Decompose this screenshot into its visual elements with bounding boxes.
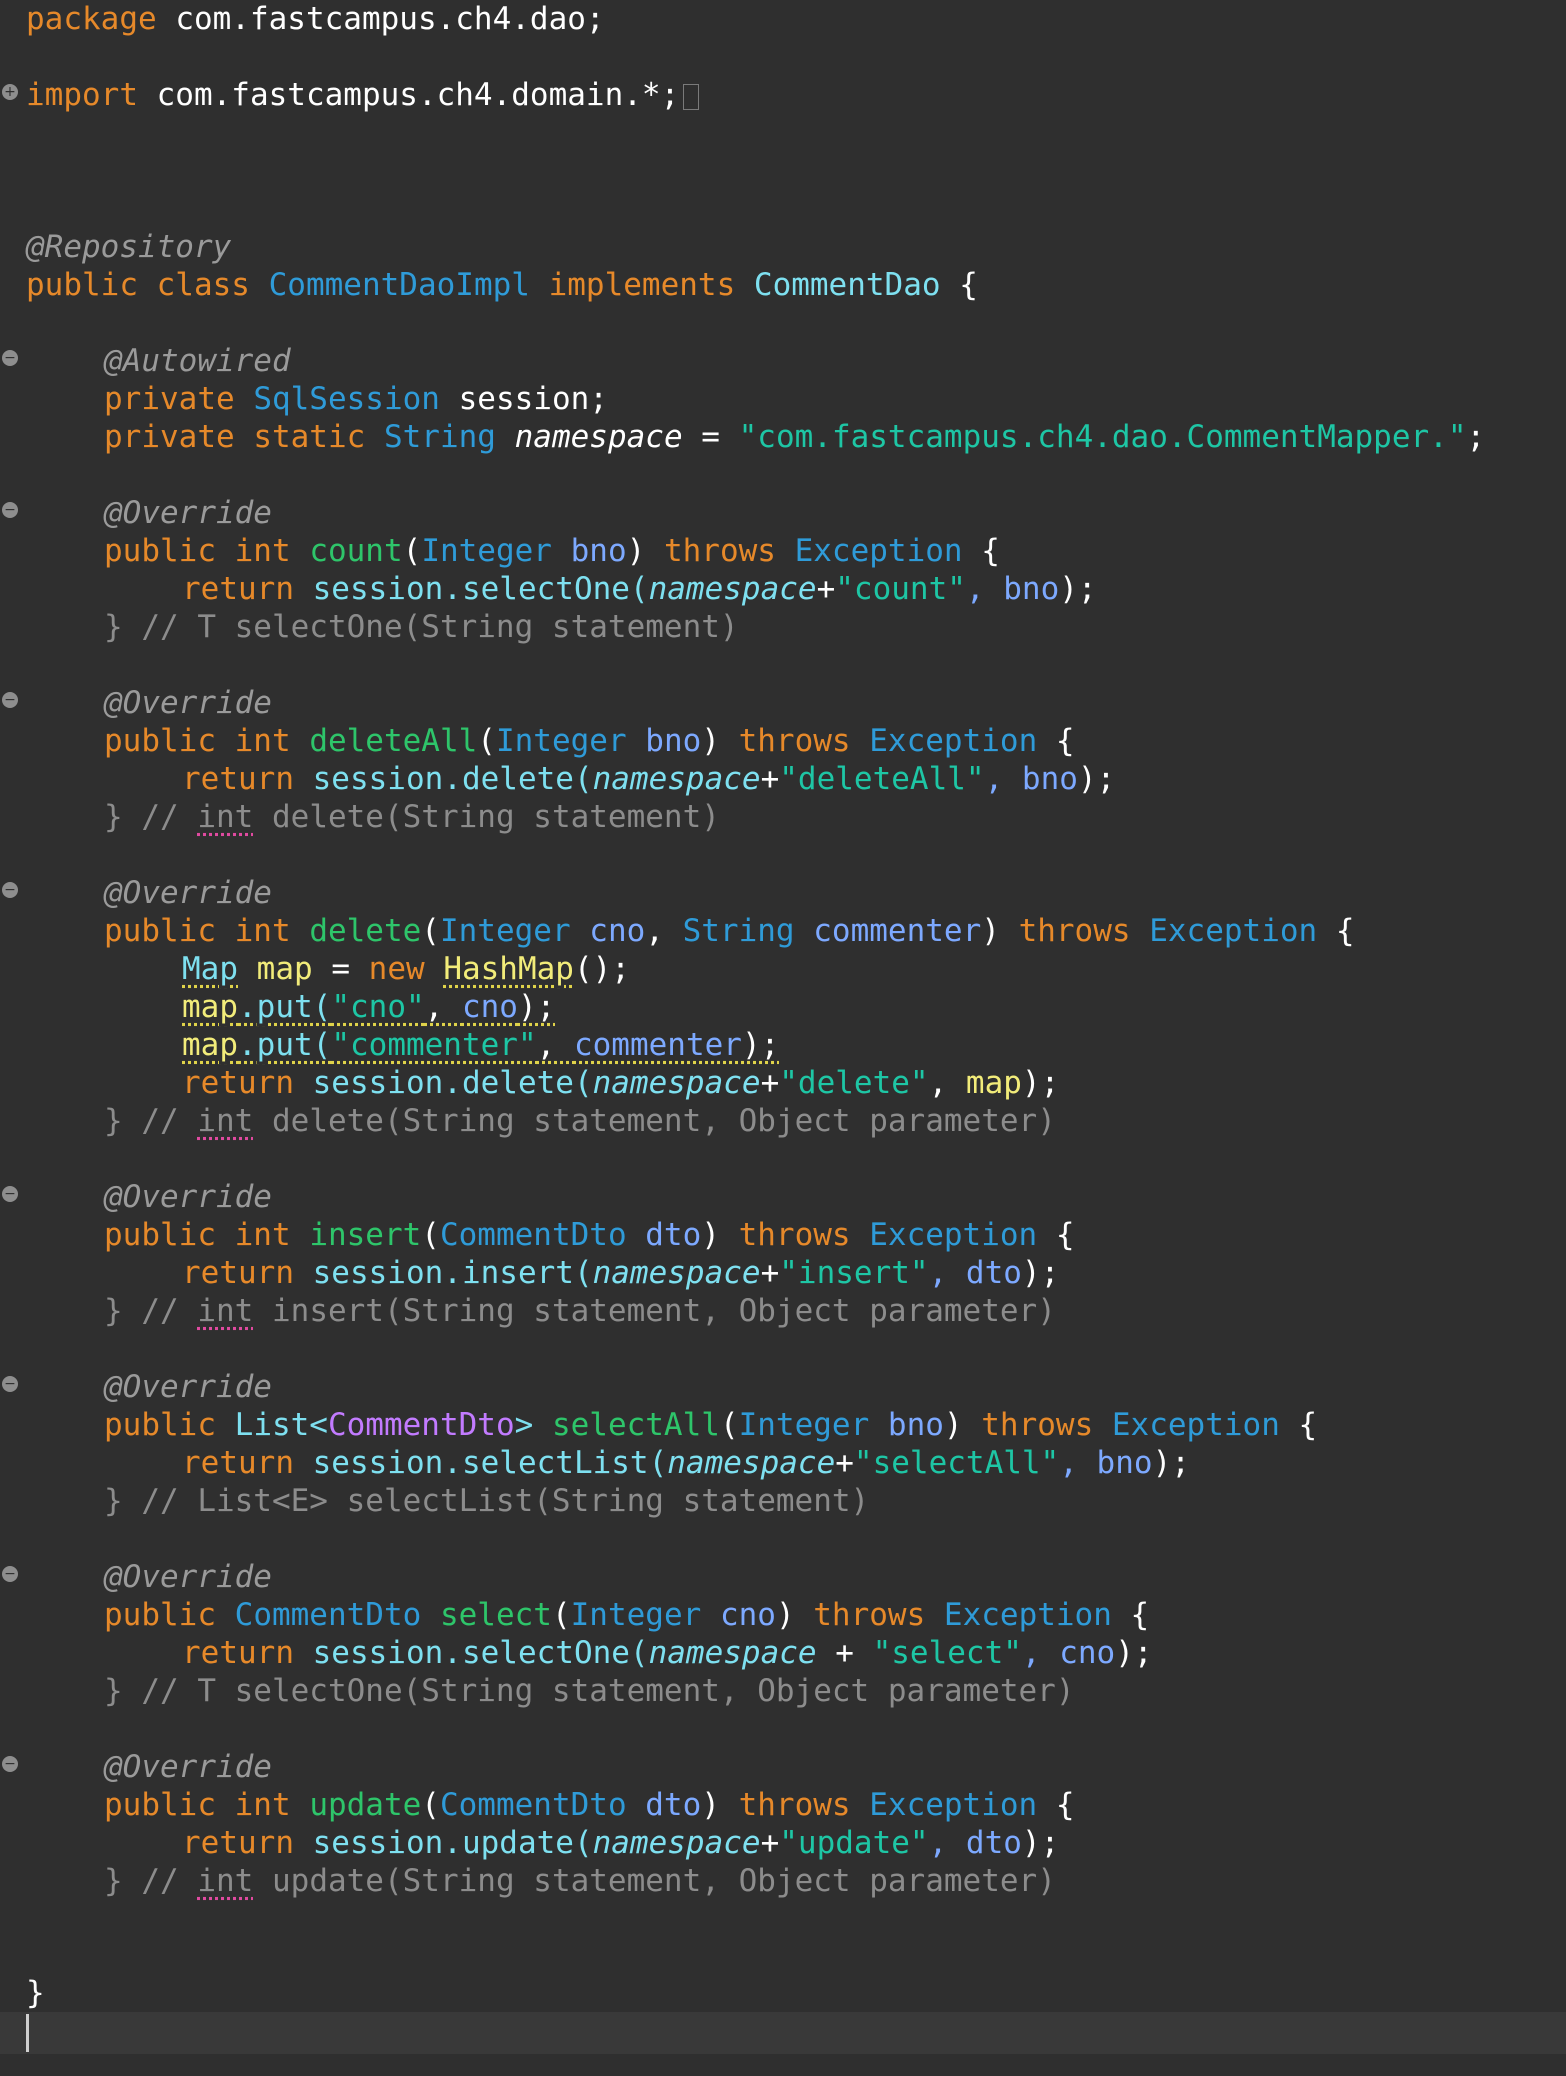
annotation-override: @Override	[104, 1749, 272, 1785]
method-deleteall-closing: } // int delete(String statement)	[104, 799, 720, 835]
field-session: private SqlSession session;	[104, 381, 608, 417]
field-namespace: private static String namespace = "com.f…	[104, 419, 1486, 455]
import-line: import com.fastcampus.ch4.domain.*;	[26, 76, 700, 114]
method-selectall-closing: } // List<E> selectList(String statement…	[104, 1483, 870, 1519]
fold-collapse-icon[interactable]: −	[2, 502, 18, 518]
fold-collapse-icon[interactable]: −	[2, 1566, 18, 1582]
annotation-override: @Override	[104, 1559, 272, 1595]
annotation-override: @Override	[104, 1369, 272, 1405]
annotation-autowired: @Autowired	[104, 343, 291, 379]
fold-expand-icon[interactable]: +	[2, 84, 18, 100]
current-line-highlight	[0, 2012, 1566, 2054]
method-select-signature: public CommentDto select(Integer cno) th…	[104, 1597, 1150, 1633]
method-count-body: return session.selectOne(namespace+"coun…	[182, 571, 1097, 607]
fold-collapse-icon[interactable]: −	[2, 1756, 18, 1772]
method-delete-signature: public int delete(Integer cno, String co…	[104, 913, 1355, 949]
fold-collapse-icon[interactable]: −	[2, 692, 18, 708]
method-delete-map-decl: Map map = new HashMap();	[182, 951, 630, 987]
annotation-override: @Override	[104, 1179, 272, 1215]
method-update-closing: } // int update(String statement, Object…	[104, 1863, 1056, 1899]
method-count-closing: } // T selectOne(String statement)	[104, 609, 739, 645]
class-declaration: public class CommentDaoImpl implements C…	[26, 267, 978, 303]
annotation-repository: @Repository	[26, 229, 232, 265]
annotation-override: @Override	[104, 495, 272, 531]
method-selectall-signature: public List<CommentDto> selectAll(Intege…	[104, 1407, 1318, 1443]
method-deleteall-signature: public int deleteAll(Integer bno) throws…	[104, 723, 1075, 759]
fold-collapse-icon[interactable]: −	[2, 882, 18, 898]
method-delete-put-cno: map.put("cno", cno);	[182, 989, 556, 1025]
text-caret	[26, 2014, 29, 2052]
annotation-override: @Override	[104, 685, 272, 721]
method-insert-signature: public int insert(CommentDto dto) throws…	[104, 1217, 1075, 1253]
method-delete-body: return session.delete(namespace+"delete"…	[182, 1065, 1060, 1101]
method-insert-closing: } // int insert(String statement, Object…	[104, 1293, 1056, 1329]
method-select-closing: } // T selectOne(String statement, Objec…	[104, 1673, 1075, 1709]
package-line: package com.fastcampus.ch4.dao;	[26, 1, 605, 37]
method-selectall-body: return session.selectList(namespace+"sel…	[182, 1445, 1190, 1481]
collapsed-import-icon[interactable]	[683, 83, 700, 110]
fold-collapse-icon[interactable]: −	[2, 1186, 18, 1202]
fold-collapse-icon[interactable]: −	[2, 350, 18, 366]
method-insert-body: return session.insert(namespace+"insert"…	[182, 1255, 1060, 1291]
fold-collapse-icon[interactable]: −	[2, 1376, 18, 1392]
method-count-signature: public int count(Integer bno) throws Exc…	[104, 533, 1000, 569]
annotation-override: @Override	[104, 875, 272, 911]
code-editor[interactable]: package com.fastcampus.ch4.dao; + import…	[0, 0, 1566, 2076]
class-closing-brace: }	[26, 1975, 45, 2011]
method-update-signature: public int update(CommentDto dto) throws…	[104, 1787, 1075, 1823]
method-delete-closing: } // int delete(String statement, Object…	[104, 1103, 1056, 1139]
method-deleteall-body: return session.delete(namespace+"deleteA…	[182, 761, 1116, 797]
method-select-body: return session.selectOne(namespace + "se…	[182, 1635, 1153, 1671]
method-delete-put-commenter: map.put("commenter", commenter);	[182, 1027, 780, 1063]
method-update-body: return session.update(namespace+"update"…	[182, 1825, 1060, 1861]
